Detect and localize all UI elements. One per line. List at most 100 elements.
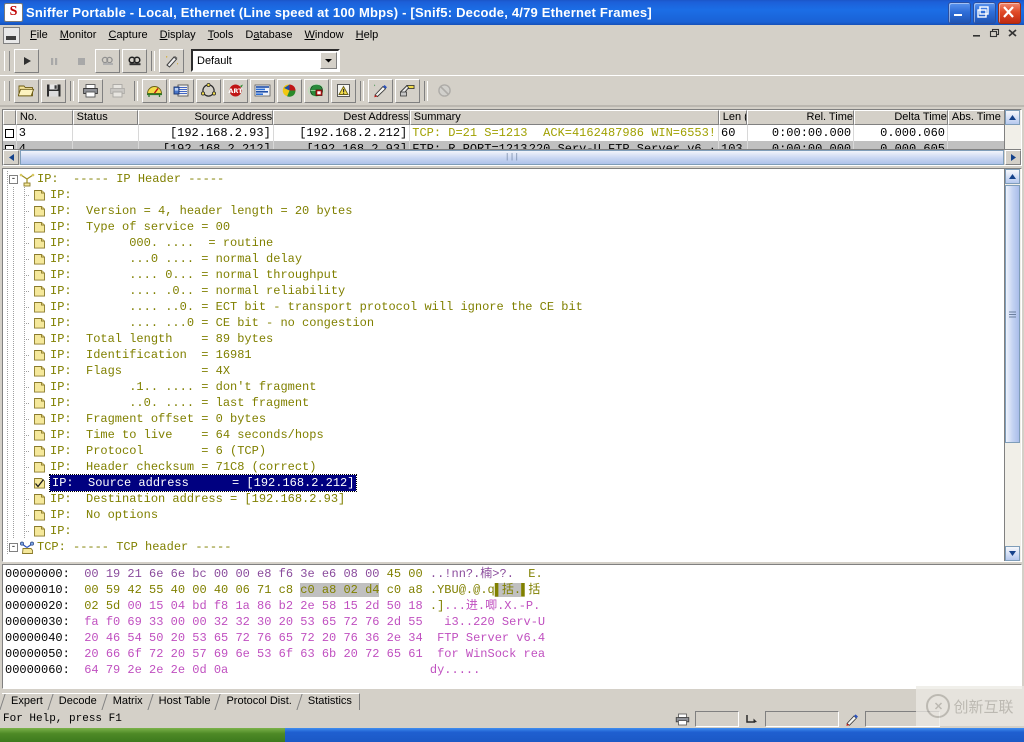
row-checkbox[interactable] bbox=[3, 125, 17, 141]
hex-dump-row[interactable]: 00000040: 20 46 54 50 20 53 65 72 76 65 … bbox=[5, 630, 1021, 646]
menu-tools[interactable]: Tools bbox=[202, 27, 240, 43]
chevron-down-icon[interactable] bbox=[320, 52, 337, 69]
column-header-len[interactable]: Len (B bbox=[718, 110, 748, 125]
tree-leaf-node[interactable]: IP: .... .0.. = normal reliability bbox=[3, 283, 1004, 299]
tree-leaf-node[interactable]: IP: Version = 4, header length = 20 byte… bbox=[3, 203, 1004, 219]
scroll-down-button[interactable] bbox=[1005, 546, 1020, 561]
tree-leaf-node[interactable]: IP: Total length = 89 bytes bbox=[3, 331, 1004, 347]
tab-protocol-dist[interactable]: Protocol Dist. bbox=[217, 693, 300, 710]
view-tabs[interactable]: Expert Decode Matrix Host Table Protocol Dis… bbox=[0, 692, 1024, 710]
tab-expert[interactable]: Expert bbox=[2, 693, 51, 710]
column-header-no[interactable]: No. bbox=[15, 110, 73, 125]
protocol-dist-button[interactable] bbox=[250, 78, 275, 103]
column-header-select[interactable] bbox=[3, 110, 16, 125]
tree-leaf-node[interactable]: IP: Protocol = 6 (TCP) bbox=[3, 443, 1004, 459]
stop-and-display-button[interactable] bbox=[95, 48, 120, 73]
menu-file[interactable]: File bbox=[24, 27, 54, 43]
pause-capture-button[interactable] bbox=[41, 48, 66, 73]
tree-expander[interactable]: - bbox=[9, 174, 18, 184]
scroll-right-button[interactable] bbox=[1005, 150, 1021, 165]
hex-dump-row[interactable]: 00000020: 02 5d 00 15 04 bd f8 1a 86 b2 … bbox=[5, 598, 1021, 614]
decode-tree-vscrollbar[interactable] bbox=[1004, 169, 1021, 561]
tree-leaf-node[interactable]: IP: ..0. .... = last fragment bbox=[3, 395, 1004, 411]
tree-leaf-node[interactable]: IP: 000. .... = routine bbox=[3, 235, 1004, 251]
tree-leaf-node[interactable]: IP: .... ..0. = ECT bit - transport prot… bbox=[3, 299, 1004, 315]
tree-leaf-node[interactable]: IP: Fragment offset = 0 bytes bbox=[3, 411, 1004, 427]
table-row[interactable]: 3 [192.168.2.93] [192.168.2.212] TCP: D=… bbox=[3, 125, 1021, 141]
tree-leaf-node[interactable]: IP: ...0 .... = normal delay bbox=[3, 251, 1004, 267]
hex-dump-row[interactable]: 00000030: fa f0 69 33 00 00 32 32 30 20 … bbox=[5, 614, 1021, 630]
tree-expander[interactable]: - bbox=[9, 542, 18, 552]
hscroll-thumb[interactable]: ||| bbox=[20, 150, 1004, 165]
tree-leaf-node[interactable]: IP: .... ...0 = CE bit - no congestion bbox=[3, 315, 1004, 331]
menu-capture[interactable]: Capture bbox=[102, 27, 153, 43]
tab-decode[interactable]: Decode bbox=[49, 693, 105, 710]
scroll-up-button[interactable] bbox=[1005, 169, 1020, 184]
tree-leaf-node[interactable]: IP: No options bbox=[3, 507, 1004, 523]
tree-leaf-node[interactable]: IP: Identification = 16981 bbox=[3, 347, 1004, 363]
tree-leaf-node[interactable]: IP: Header checksum = 71C8 (correct) bbox=[3, 459, 1004, 475]
mdi-minimize-button[interactable] bbox=[971, 28, 984, 39]
mdi-close-button[interactable] bbox=[1007, 28, 1020, 39]
scroll-up-button[interactable] bbox=[1005, 110, 1020, 125]
alarm-log-button[interactable] bbox=[331, 78, 356, 103]
stop-capture-button[interactable] bbox=[68, 48, 93, 73]
minimize-button[interactable] bbox=[948, 2, 971, 24]
tree-leaf-node[interactable]: IP: Destination address = [192.168.2.93] bbox=[3, 491, 1004, 507]
menu-window[interactable]: Window bbox=[298, 27, 349, 43]
print-button[interactable] bbox=[78, 78, 103, 103]
tree-leaf-node[interactable]: IP: Source address = [192.168.2.212] bbox=[3, 474, 1004, 492]
vscroll-thumb[interactable] bbox=[1005, 185, 1020, 443]
restore-button[interactable] bbox=[973, 2, 996, 24]
column-header-delta-time[interactable]: Delta Time bbox=[853, 110, 948, 125]
hex-dump-row[interactable]: 00000000: 00 19 21 6e 6e bc 00 00 e8 f6 … bbox=[5, 566, 1021, 582]
column-header-dest-address[interactable]: Dest Address bbox=[273, 110, 410, 125]
packet-list-hscrollbar[interactable]: ||| bbox=[3, 149, 1021, 165]
column-header-status[interactable]: Status bbox=[72, 110, 139, 125]
matrix-button[interactable] bbox=[196, 78, 221, 103]
toolbar-grip-2[interactable] bbox=[4, 80, 10, 101]
tab-host-table[interactable]: Host Table bbox=[149, 693, 219, 710]
menu-help[interactable]: Help bbox=[350, 27, 385, 43]
art-button[interactable]: ART bbox=[223, 78, 248, 103]
tree-leaf-node[interactable]: IP: .... 0... = normal throughput bbox=[3, 267, 1004, 283]
expert-wizard-button[interactable] bbox=[159, 48, 184, 73]
scroll-left-button[interactable] bbox=[3, 150, 19, 165]
start-capture-button[interactable] bbox=[14, 48, 39, 73]
column-header-rel-time[interactable]: Rel. Time bbox=[747, 110, 854, 125]
mdi-restore-button[interactable] bbox=[989, 28, 1002, 39]
hex-dump-row[interactable]: 00000010: 00 59 42 55 40 00 40 06 71 c8 … bbox=[5, 582, 1021, 598]
toolbar-grip[interactable] bbox=[4, 50, 10, 71]
tree-leaf-node[interactable]: IP: .1.. .... = don't fragment bbox=[3, 379, 1004, 395]
document-icon[interactable] bbox=[3, 26, 20, 44]
close-button[interactable] bbox=[998, 2, 1021, 24]
column-header-summary[interactable]: Summary bbox=[409, 110, 719, 125]
decode-button[interactable] bbox=[395, 78, 420, 103]
menu-display[interactable]: Display bbox=[154, 27, 202, 43]
expert-button[interactable] bbox=[368, 78, 393, 103]
save-file-button[interactable] bbox=[41, 78, 66, 103]
tree-leaf-node[interactable]: IP: Flags = 4X bbox=[3, 363, 1004, 379]
host-table-button[interactable] bbox=[169, 78, 194, 103]
pie-statistics-button[interactable] bbox=[277, 78, 302, 103]
column-header-source-address[interactable]: Source Address bbox=[138, 110, 274, 125]
tab-statistics[interactable]: Statistics bbox=[298, 693, 360, 710]
dashboard-button[interactable] bbox=[142, 78, 167, 103]
profile-combo[interactable]: Default bbox=[191, 49, 340, 72]
decode-tree-list[interactable]: - IP: ----- IP Header ----- IP: IP: Vers… bbox=[3, 169, 1004, 561]
tab-matrix[interactable]: Matrix bbox=[103, 693, 151, 710]
tree-root-node[interactable]: - TCP: ----- TCP header ----- bbox=[3, 539, 1004, 555]
tree-leaf-node[interactable]: IP: bbox=[3, 187, 1004, 203]
tree-leaf-node[interactable]: IP: Type of service = 00 bbox=[3, 219, 1004, 235]
tree-root-node[interactable]: - IP: ----- IP Header ----- bbox=[3, 171, 1004, 187]
tree-leaf-node[interactable]: IP: Time to live = 64 seconds/hops bbox=[3, 427, 1004, 443]
hex-dump-row[interactable]: 00000060: 64 79 2e 2e 2e 0d 0a dy..... bbox=[5, 662, 1021, 678]
open-file-button[interactable] bbox=[14, 78, 39, 103]
hex-dump-pane[interactable]: 00000000: 00 19 21 6e 6e bc 00 00 e8 f6 … bbox=[2, 564, 1022, 689]
menu-database[interactable]: Database bbox=[239, 27, 298, 43]
hex-dump-row[interactable]: 00000050: 20 66 6f 72 20 57 69 6e 53 6f … bbox=[5, 646, 1021, 662]
tree-leaf-node[interactable]: IP: bbox=[3, 523, 1004, 539]
print-preview-button[interactable] bbox=[105, 78, 130, 103]
global-statistics-button[interactable] bbox=[304, 78, 329, 103]
menu-monitor[interactable]: Monitor bbox=[54, 27, 103, 43]
